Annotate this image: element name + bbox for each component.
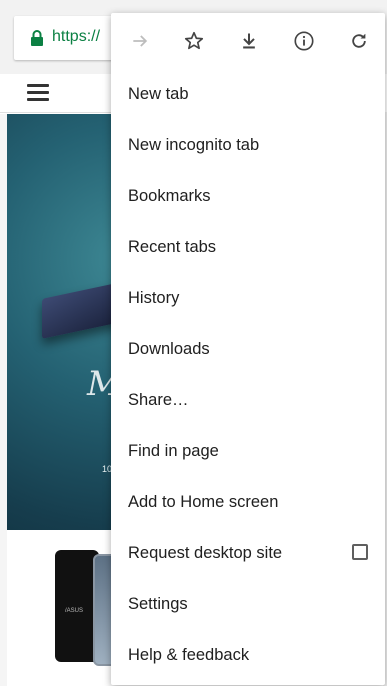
info-icon[interactable] (292, 29, 316, 53)
menu-item-history[interactable]: History (111, 273, 385, 324)
menu-item-label: Request desktop site (128, 544, 283, 562)
refresh-icon[interactable] (347, 29, 371, 53)
menu-item-label: History (128, 289, 180, 307)
menu-item-label: Add to Home screen (128, 493, 279, 511)
hamburger-menu-icon[interactable] (27, 84, 49, 102)
menu-item-downloads[interactable]: Downloads (111, 324, 385, 375)
download-icon[interactable] (237, 29, 261, 53)
menu-item-label: New tab (128, 85, 189, 103)
desktop-site-checkbox[interactable] (352, 544, 368, 560)
menu-item-label: Bookmarks (128, 187, 211, 205)
overflow-menu: New tab New incognito tab Bookmarks Rece… (111, 13, 385, 685)
menu-item-label: Settings (128, 595, 188, 613)
forward-icon[interactable] (128, 29, 152, 53)
menu-item-new-incognito-tab[interactable]: New incognito tab (111, 120, 385, 171)
star-icon[interactable] (182, 29, 206, 53)
menu-item-request-desktop-site[interactable]: Request desktop site (111, 528, 385, 579)
menu-item-label: Help & feedback (128, 646, 250, 664)
menu-item-recent-tabs[interactable]: Recent tabs (111, 222, 385, 273)
menu-item-find-in-page[interactable]: Find in page (111, 426, 385, 477)
menu-item-add-to-home-screen[interactable]: Add to Home screen (111, 477, 385, 528)
menu-item-label: Share… (128, 391, 189, 409)
menu-item-new-tab[interactable]: New tab (111, 69, 385, 120)
url-text: https:// (52, 28, 101, 45)
menu-item-label: New incognito tab (128, 136, 260, 154)
phone-brand-text: /ASUS (65, 608, 84, 614)
menu-item-label: Downloads (128, 340, 210, 358)
menu-toolbar (111, 13, 385, 69)
lock-icon (31, 30, 43, 46)
menu-item-label: Recent tabs (128, 238, 217, 256)
menu-item-help-feedback[interactable]: Help & feedback (111, 630, 385, 681)
menu-item-share[interactable]: Share… (111, 375, 385, 426)
menu-item-label: Find in page (128, 442, 219, 460)
menu-item-settings[interactable]: Settings (111, 579, 385, 630)
menu-item-bookmarks[interactable]: Bookmarks (111, 171, 385, 222)
